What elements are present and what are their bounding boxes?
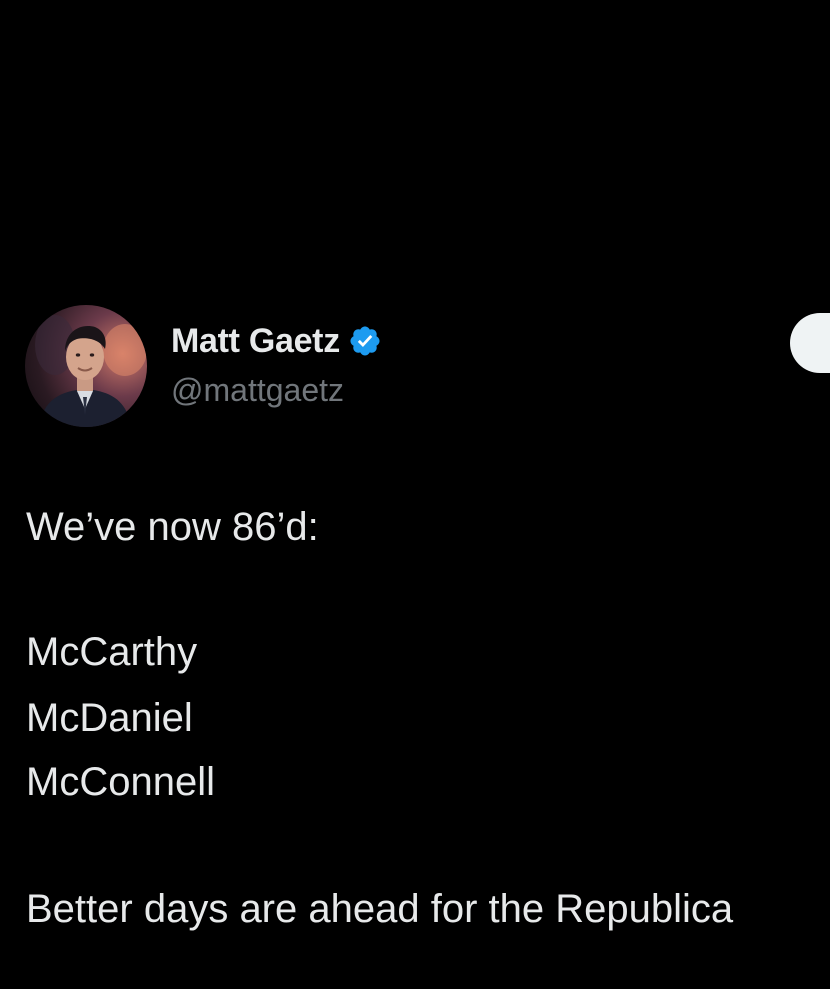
tweet-text-line: McCarthy bbox=[26, 630, 198, 674]
tweet-text-line: We’ve now 86’d: bbox=[26, 505, 319, 549]
avatar[interactable] bbox=[25, 305, 147, 427]
tweet-text-line: McConnell bbox=[26, 760, 215, 804]
follow-button[interactable]: S bbox=[790, 313, 830, 373]
verified-badge-icon[interactable] bbox=[348, 324, 382, 358]
author-display-name[interactable]: Matt Gaetz bbox=[171, 322, 340, 361]
tweet-text-line: Better days are ahead for the Republica bbox=[26, 887, 734, 931]
tweet-text-line: McDaniel bbox=[26, 696, 193, 740]
avatar-photo bbox=[35, 315, 147, 427]
author-handle[interactable]: @mattgaetz bbox=[171, 372, 382, 409]
tweet-card: Matt Gaetz @mattgaetz S We’ve now 86’d: … bbox=[0, 0, 830, 989]
author-name-row: Matt Gaetz bbox=[171, 320, 382, 362]
author-info: Matt Gaetz @mattgaetz bbox=[171, 320, 382, 409]
